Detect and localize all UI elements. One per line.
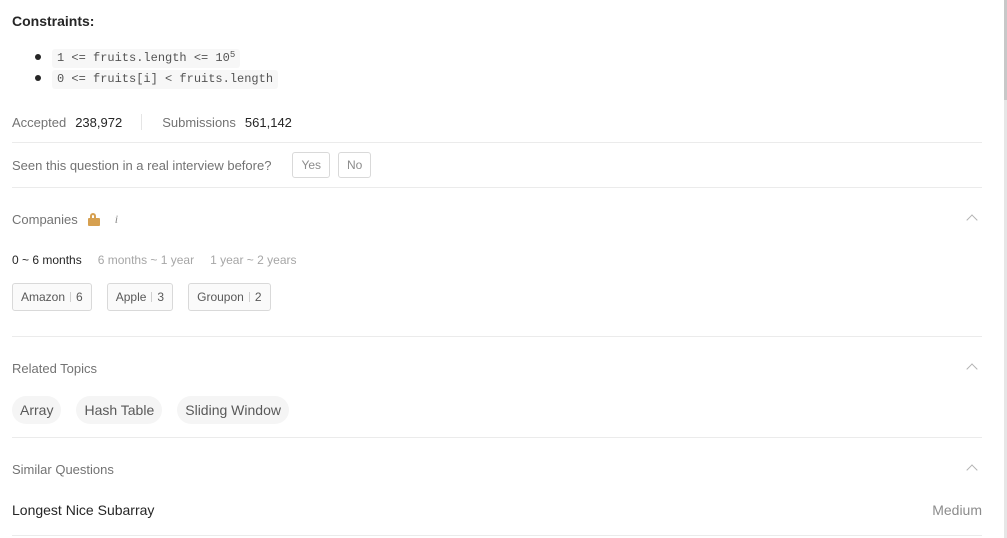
divider xyxy=(12,187,982,188)
constraint-text: 0 <= fruits[i] < fruits.length xyxy=(57,72,274,86)
lock-icon xyxy=(87,213,101,226)
divider xyxy=(12,535,982,536)
problem-details: Constraints: 1 <= fruits.length <= 105 0… xyxy=(12,0,982,538)
chevron-up-icon[interactable] xyxy=(966,214,978,226)
bullet-icon xyxy=(35,54,41,60)
similar-question-link[interactable]: Longest Nice Subarray xyxy=(12,502,154,518)
company-tags: Amazon 6 Apple 3 Groupon 2 xyxy=(12,283,286,311)
divider xyxy=(12,437,982,438)
constraint-item: 1 <= fruits.length <= 105 xyxy=(12,48,278,69)
tag-divider xyxy=(248,292,250,302)
tag-divider xyxy=(151,292,153,302)
company-tag-amazon[interactable]: Amazon 6 xyxy=(12,283,92,311)
company-count: 6 xyxy=(76,290,83,304)
constraint-code: 1 <= fruits.length <= 105 xyxy=(52,49,241,68)
company-period-tabs: 0 ~ 6 months 6 months ~ 1 year 1 year ~ … xyxy=(12,253,313,267)
tab-6-months-1-year[interactable]: 6 months ~ 1 year xyxy=(98,253,194,267)
constraint-item: 0 <= fruits[i] < fruits.length xyxy=(12,69,279,90)
companies-header[interactable]: Companies i xyxy=(12,211,982,227)
stats-divider xyxy=(141,114,143,130)
similar-questions-title: Similar Questions xyxy=(12,461,114,477)
submissions-value: 561,142 xyxy=(244,114,292,130)
company-name: Amazon xyxy=(21,290,66,304)
tab-0-6-months[interactable]: 0 ~ 6 months xyxy=(12,253,82,267)
company-name: Groupon xyxy=(197,290,244,304)
companies-title: Companies xyxy=(12,211,78,227)
accepted-value: 238,972 xyxy=(75,114,123,130)
yes-button[interactable]: Yes xyxy=(292,152,331,178)
submissions-label: Submissions xyxy=(162,114,236,130)
topic-tag-hash-table[interactable]: Hash Table xyxy=(76,396,163,424)
no-button[interactable]: No xyxy=(338,152,372,178)
topic-tags: Array Hash Table Sliding Window xyxy=(12,396,304,424)
tab-1-2-years[interactable]: 1 year ~ 2 years xyxy=(210,253,296,267)
interview-question: Seen this question in a real interview b… xyxy=(12,157,272,173)
topic-tag-sliding-window[interactable]: Sliding Window xyxy=(177,396,289,424)
related-topics-header[interactable]: Related Topics xyxy=(12,360,982,376)
company-count: 3 xyxy=(157,290,165,304)
bullet-icon xyxy=(35,75,41,81)
tag-divider xyxy=(70,292,72,302)
divider xyxy=(12,142,982,143)
chevron-up-icon[interactable] xyxy=(966,464,978,476)
submission-stats: Accepted 238,972 Submissions 561,142 xyxy=(12,114,292,130)
chevron-up-icon[interactable] xyxy=(966,363,978,375)
constraints-title: Constraints: xyxy=(12,13,95,29)
topic-tag-array[interactable]: Array xyxy=(12,396,62,424)
company-tag-groupon[interactable]: Groupon 2 xyxy=(188,283,271,311)
accepted-label: Accepted xyxy=(12,114,67,130)
divider xyxy=(12,336,982,337)
company-count: 2 xyxy=(254,290,262,304)
company-name: Apple xyxy=(115,290,147,304)
interview-feedback: Seen this question in a real interview b… xyxy=(12,151,379,179)
constraint-exponent: 5 xyxy=(229,50,236,60)
info-icon[interactable]: i xyxy=(115,212,118,227)
constraint-code: 0 <= fruits[i] < fruits.length xyxy=(52,70,279,89)
similar-questions-header[interactable]: Similar Questions xyxy=(12,461,982,477)
constraints-list: 1 <= fruits.length <= 105 0 <= fruits[i]… xyxy=(12,48,279,90)
company-tag-apple[interactable]: Apple 3 xyxy=(106,283,174,311)
similar-question-row[interactable]: Longest Nice Subarray Medium xyxy=(12,502,982,518)
related-topics-title: Related Topics xyxy=(12,360,98,376)
difficulty-badge: Medium xyxy=(932,502,982,518)
constraint-text: 1 <= fruits.length <= 10 xyxy=(57,51,230,65)
